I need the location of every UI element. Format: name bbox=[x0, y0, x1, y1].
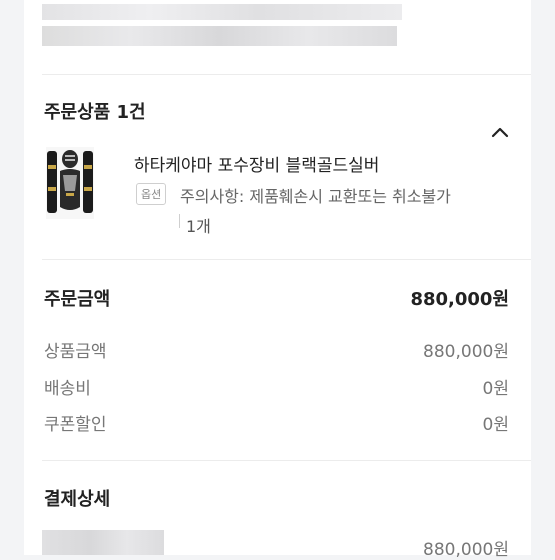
blurred-address-line bbox=[42, 26, 397, 46]
payment-amount: 880,000원 bbox=[423, 540, 509, 560]
option-badge: 옵션 bbox=[136, 183, 167, 205]
quantity-separator bbox=[179, 214, 180, 228]
divider bbox=[42, 259, 531, 260]
option-text: 주의사항: 제품훼손시 교환또는 취소불가 bbox=[180, 187, 451, 206]
summary-row-shipping: 배송비 0원 bbox=[44, 374, 509, 399]
summary-value: 0원 bbox=[482, 415, 509, 435]
summary-row-product: 상품금액 880,000원 bbox=[44, 337, 509, 362]
summary-label: 배송비 bbox=[44, 379, 91, 399]
payment-detail-title: 결제상세 bbox=[44, 489, 111, 510]
divider bbox=[42, 74, 531, 75]
divider bbox=[42, 460, 531, 461]
order-items-title: 주문상품 1건 bbox=[44, 102, 146, 123]
summary-label: 상품금액 bbox=[44, 342, 107, 362]
blurred-payment-method bbox=[42, 530, 164, 555]
order-detail-card: 주문상품 1건 하타케야마 포수장비 블랙골드실버 옵션 주의사항: 제품훼손시… bbox=[24, 0, 531, 560]
order-total-row: 주문금액 880,000원 bbox=[44, 285, 509, 311]
product-thumbnail[interactable] bbox=[46, 147, 94, 219]
order-total-value: 880,000원 bbox=[410, 289, 509, 310]
order-total-label: 주문금액 bbox=[44, 289, 111, 310]
summary-label: 쿠폰할인 bbox=[44, 415, 107, 435]
blurred-address-line bbox=[42, 4, 402, 20]
chevron-up-icon[interactable] bbox=[490, 122, 510, 142]
summary-row-coupon: 쿠폰할인 0원 bbox=[44, 410, 509, 435]
summary-value: 880,000원 bbox=[423, 342, 509, 362]
quantity-text: 1개 bbox=[186, 217, 211, 236]
product-name[interactable]: 하타케야마 포수장비 블랙골드실버 bbox=[134, 151, 379, 176]
summary-value: 0원 bbox=[482, 379, 509, 399]
